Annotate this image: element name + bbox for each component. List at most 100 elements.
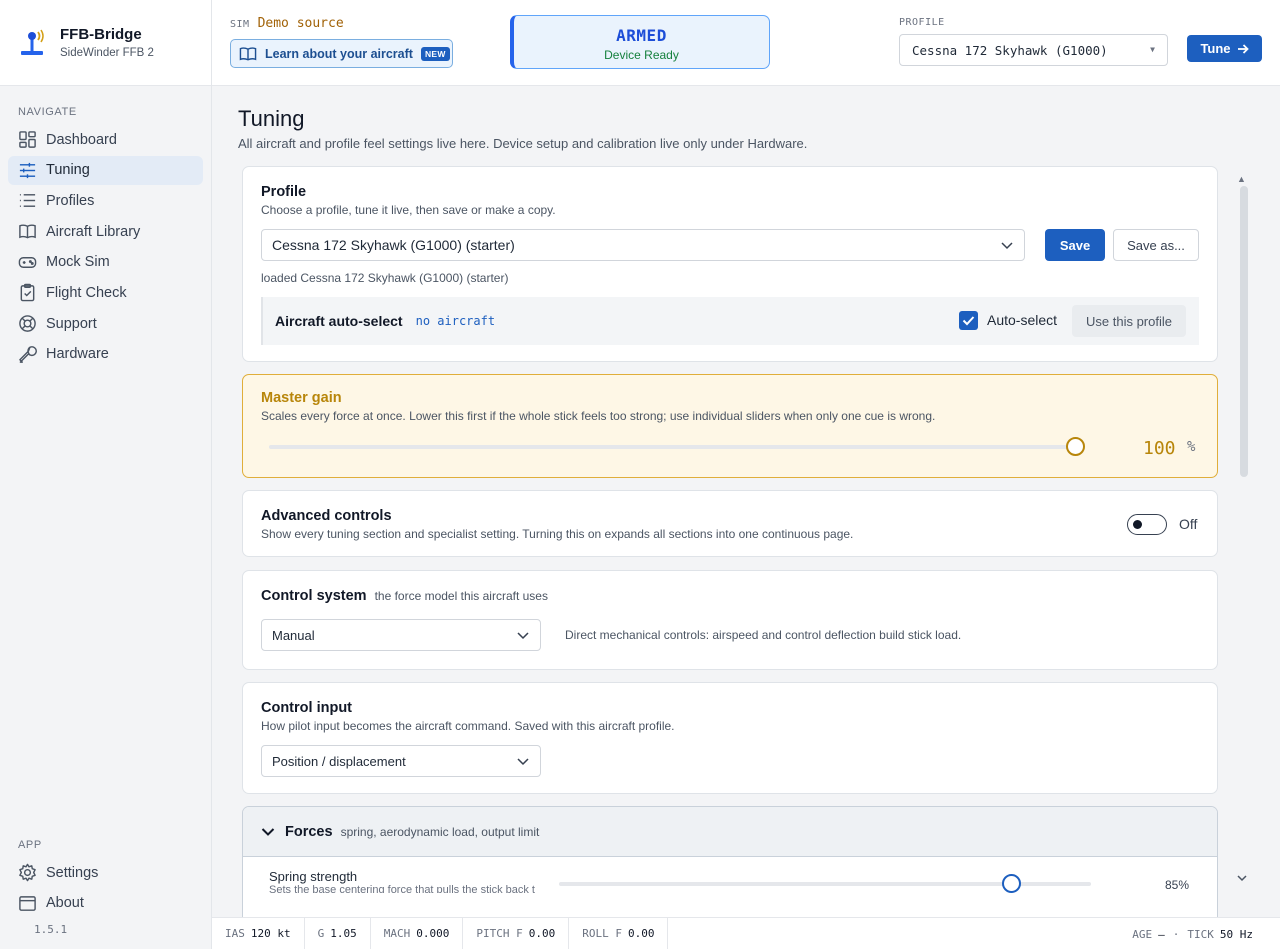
sidebar-item-tuning[interactable]: Tuning [8,155,203,185]
control-input-title: Control input [261,700,353,716]
stat-label: IAS [225,927,245,940]
forces-section: Forces spring, aerodynamic load, output … [242,806,1218,917]
sidebar-item-support[interactable]: Support [8,309,203,338]
loaded-status: loaded Cessna 172 Skyhawk (G1000) (start… [261,271,509,285]
save-as-button[interactable]: Save as... [1113,229,1199,261]
forces-title: Forces [285,823,333,840]
control-system-select[interactable]: Manual [261,619,541,651]
separator: · [1172,927,1180,941]
app-version: 1.5.1 [34,923,68,936]
sidebar-item-flight-check[interactable]: Flight Check [8,278,203,307]
spring-strength-slider-handle[interactable] [1001,874,1021,893]
sidebar-item-label: Dashboard [46,131,117,148]
advanced-controls-description: Show every tuning section and specialist… [261,527,854,541]
app-nav-list: Settings About [8,858,203,919]
stat-ias: IAS 120 kt [212,917,305,949]
spring-strength-description: Sets the base centering force that pulls… [269,884,535,893]
sidebar-item-mock-sim[interactable]: Mock Sim [8,248,203,277]
sidebar: FFB-Bridge SideWinder FFB 2 NAVIGATE Das… [0,0,212,949]
sidebar-item-about[interactable]: About [8,889,203,918]
sidebar-item-aircraft-library[interactable]: Aircraft Library [8,217,203,246]
sim-source-value: Demo source [257,16,344,31]
control-system-title: Control system [261,588,367,604]
tune-button[interactable]: Tune [1187,35,1262,62]
sidebar-item-label: Settings [46,864,99,881]
sidebar-item-hardware[interactable]: Hardware [8,340,203,369]
sidebar-item-label: Mock Sim [46,254,110,271]
arm-status: ARMED [616,26,667,45]
gamepad-icon [18,256,37,268]
spring-strength-label: Spring strength [269,869,358,884]
stat-pitch-force: PITCH F 0.00 [463,917,570,949]
sidebar-item-profiles[interactable]: Profiles [8,186,203,215]
app-title: FFB-Bridge [60,26,142,43]
learn-aircraft-button[interactable]: Learn about your aircraft NEW [230,39,453,68]
sidebar-item-dashboard[interactable]: Dashboard [8,125,203,154]
advanced-controls-card: Advanced controls Show every tuning sect… [242,490,1218,557]
auto-select-aircraft: no aircraft [415,314,496,328]
clipboard-check-icon [20,284,35,302]
save-button[interactable]: Save [1045,229,1105,261]
control-input-card: Control input How pilot input becomes th… [242,682,1218,794]
master-gain-unit: % [1187,439,1196,455]
profile-card-title: Profile [261,184,307,200]
sidebar-item-label: Flight Check [46,284,127,301]
nav-heading: NAVIGATE [18,106,77,118]
profile-card-subtitle: Choose a profile, tune it live, then sav… [261,203,556,217]
age-label: AGE [1132,927,1153,941]
device-status: Device Ready [604,48,679,62]
stat-roll-force: ROLL F 0.00 [569,917,669,949]
profile-select[interactable]: Cessna 172 Skyhawk (G1000) ▼ [899,34,1168,66]
sidebar-item-label: Aircraft Library [46,223,141,240]
scrollbar-thumb[interactable] [1240,186,1248,477]
profile-dropdown[interactable]: Cessna 172 Skyhawk (G1000) (starter) [261,229,1025,261]
control-input-subtitle: How pilot input becomes the aircraft com… [261,719,675,733]
sidebar-item-label: Profiles [46,192,95,209]
auto-select-title: Aircraft auto-select [275,313,403,329]
book-icon [239,46,257,61]
control-system-value: Manual [272,627,315,643]
master-gain-title: Master gain [261,390,342,406]
profile-card: Profile Choose a profile, tune it live, … [242,166,1218,362]
chevron-down-icon [1001,242,1013,250]
book-icon [19,224,36,239]
stat-value: 0.000 [416,927,450,940]
chevron-down-icon [261,827,275,836]
list-icon [19,194,36,208]
stat-value: 1.05 [330,927,357,940]
chevron-down-icon [517,632,529,640]
master-gain-description: Scales every force at once. Lower this f… [261,409,936,423]
control-system-heading: Control system the force model this aircr… [261,588,1199,604]
forces-subtitle: spring, aerodynamic load, output limit [340,824,540,839]
stat-label: MACH [383,927,411,940]
scroll-up-arrow-icon[interactable]: ▲ [1237,174,1246,184]
advanced-controls-toggle[interactable] [1127,514,1167,535]
master-gain-card: Master gain Scales every force at once. … [242,374,1218,478]
sliders-icon [19,162,36,178]
forces-section-header[interactable]: Forces spring, aerodynamic load, output … [243,807,1217,857]
sidebar-item-settings[interactable]: Settings [8,858,203,887]
sidebar-item-label: Support [46,315,97,332]
tune-label: Tune [1200,41,1231,56]
tick-value: 50 Hz [1219,927,1253,941]
wrench-icon [19,345,37,363]
scroll-down-arrow-icon[interactable] [1236,872,1248,884]
status-bar: IAS 120 kt G 1.05 MACH 0.000 PITCH F 0.00 RO… [212,917,1280,949]
master-gain-slider-handle[interactable] [1065,437,1085,456]
caret-down-icon: ▼ [1150,45,1155,54]
auto-select-label: Auto-select [987,312,1058,328]
auto-select-checkbox[interactable] [959,311,978,330]
control-input-select[interactable]: Position / displacement [261,745,541,777]
arm-status-panel: ARMED Device Ready [510,15,770,69]
sidebar-item-label: About [46,895,84,912]
tick-label: TICK [1187,927,1214,941]
master-gain-slider-track[interactable] [269,445,1075,449]
use-this-profile-button[interactable]: Use this profile [1072,305,1186,337]
auto-select-row: Aircraft auto-select no aircraft Auto-se… [261,297,1199,345]
control-system-inline-sub: the force model this aircraft uses [374,589,548,603]
master-gain-value: 100 [1143,438,1176,459]
sidebar-item-label: Hardware [46,346,109,363]
stat-label: PITCH F [476,927,523,940]
dashboard-grid-icon [19,131,36,148]
sidebar-item-label: Tuning [46,162,90,179]
